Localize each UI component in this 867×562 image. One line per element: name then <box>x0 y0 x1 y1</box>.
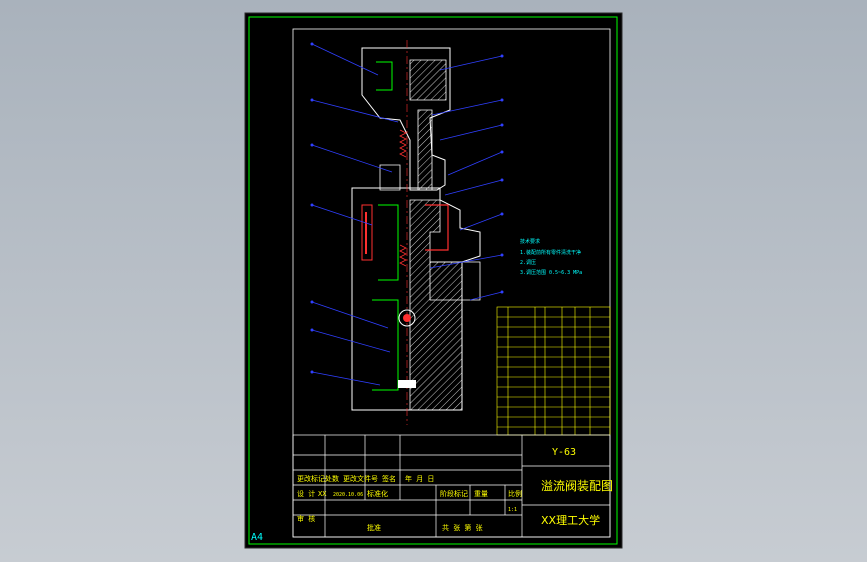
note-line-2: 1.装配前所有零件清洗干净 <box>520 249 581 256</box>
note-line-1: 技术要求 <box>520 238 540 245</box>
design-name: XX <box>318 490 327 498</box>
cad-viewport[interactable]: A4 技术要求 1.装配前所有零件清洗干净 2.调压 3.调压范围 0.5~6.… <box>0 0 867 562</box>
rev-header-sign: 签名 <box>382 474 396 483</box>
design-label: 设 计 <box>297 489 315 498</box>
stage-label: 阶段标记 <box>440 489 468 498</box>
scale-value: 1:1 <box>508 507 517 513</box>
weight-label: 重量 <box>474 490 488 498</box>
standard-label: 标准化 <box>367 489 388 498</box>
rev-header-date: 年 月 日 <box>405 474 434 483</box>
note-line-3: 2.调压 <box>520 259 536 266</box>
rev-header-doc: 更改文件号 <box>343 474 378 483</box>
note-line-4: 3.调压范围 0.5~6.3 MPa <box>520 269 582 276</box>
drawing-number: Y-63 <box>552 447 576 458</box>
approve-label: 批准 <box>367 523 381 532</box>
design-date: 2020.10.06 <box>333 492 363 498</box>
drawing-name: 溢流阀装配图 <box>541 479 613 493</box>
review-label: 审 核 <box>297 514 315 523</box>
rev-header-marks: 更改标记处数 <box>297 474 339 483</box>
sheets-label: 共 张 第 张 <box>442 523 483 532</box>
school-name: XX理工大学 <box>541 513 600 527</box>
scale-label: 比例 <box>508 489 522 498</box>
sheet-size-label: A4 <box>251 532 263 543</box>
